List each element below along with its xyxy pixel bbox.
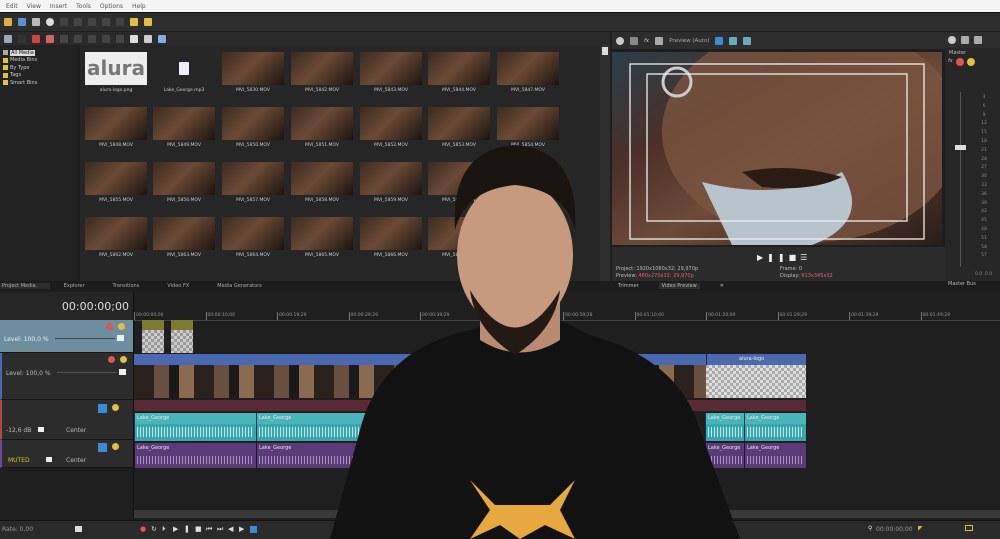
- presenter-overlay: [330, 145, 740, 539]
